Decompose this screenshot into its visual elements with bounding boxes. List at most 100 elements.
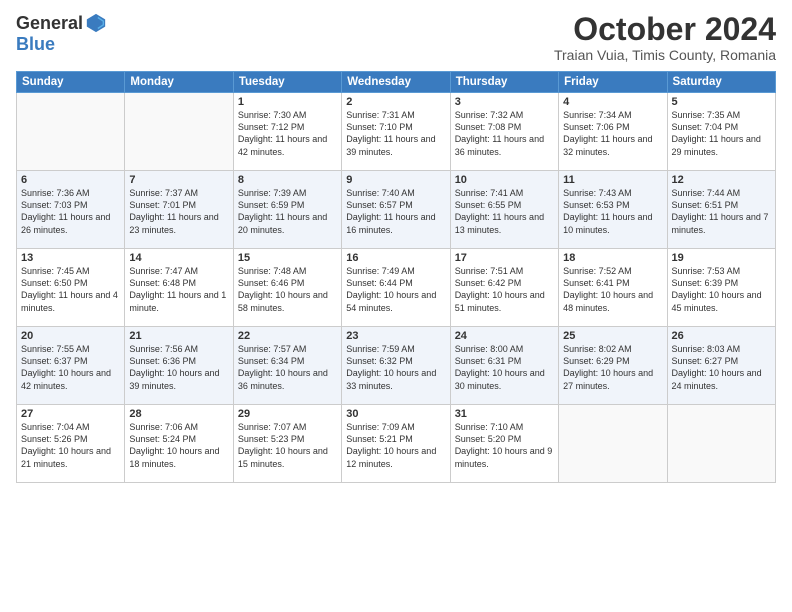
- day-info: Sunrise: 8:03 AM Sunset: 6:27 PM Dayligh…: [672, 343, 771, 392]
- day-number: 10: [455, 174, 554, 186]
- day-number: 14: [129, 252, 228, 264]
- calendar-cell: 17Sunrise: 7:51 AM Sunset: 6:42 PM Dayli…: [450, 249, 558, 327]
- day-info: Sunrise: 7:34 AM Sunset: 7:06 PM Dayligh…: [563, 109, 662, 158]
- day-number: 15: [238, 252, 337, 264]
- day-info: Sunrise: 7:40 AM Sunset: 6:57 PM Dayligh…: [346, 187, 445, 236]
- day-number: 17: [455, 252, 554, 264]
- week-row-1: 1Sunrise: 7:30 AM Sunset: 7:12 PM Daylig…: [17, 93, 776, 171]
- day-info: Sunrise: 7:44 AM Sunset: 6:51 PM Dayligh…: [672, 187, 771, 236]
- day-info: Sunrise: 7:55 AM Sunset: 6:37 PM Dayligh…: [21, 343, 120, 392]
- day-number: 3: [455, 96, 554, 108]
- day-info: Sunrise: 7:39 AM Sunset: 6:59 PM Dayligh…: [238, 187, 337, 236]
- day-number: 26: [672, 330, 771, 342]
- week-row-2: 6Sunrise: 7:36 AM Sunset: 7:03 PM Daylig…: [17, 171, 776, 249]
- calendar-cell: 22Sunrise: 7:57 AM Sunset: 6:34 PM Dayli…: [233, 327, 341, 405]
- title-section: October 2024 Traian Vuia, Timis County, …: [554, 12, 776, 63]
- calendar-cell: 16Sunrise: 7:49 AM Sunset: 6:44 PM Dayli…: [342, 249, 450, 327]
- day-number: 21: [129, 330, 228, 342]
- weekday-header-sunday: Sunday: [17, 72, 125, 93]
- day-info: Sunrise: 7:04 AM Sunset: 5:26 PM Dayligh…: [21, 421, 120, 470]
- day-info: Sunrise: 7:30 AM Sunset: 7:12 PM Dayligh…: [238, 109, 337, 158]
- calendar-cell: 9Sunrise: 7:40 AM Sunset: 6:57 PM Daylig…: [342, 171, 450, 249]
- day-info: Sunrise: 7:06 AM Sunset: 5:24 PM Dayligh…: [129, 421, 228, 470]
- day-number: 23: [346, 330, 445, 342]
- day-info: Sunrise: 7:57 AM Sunset: 6:34 PM Dayligh…: [238, 343, 337, 392]
- calendar-cell: 18Sunrise: 7:52 AM Sunset: 6:41 PM Dayli…: [559, 249, 667, 327]
- logo-blue-text: Blue: [16, 34, 55, 55]
- calendar-cell: 31Sunrise: 7:10 AM Sunset: 5:20 PM Dayli…: [450, 405, 558, 483]
- day-info: Sunrise: 7:53 AM Sunset: 6:39 PM Dayligh…: [672, 265, 771, 314]
- day-number: 7: [129, 174, 228, 186]
- day-info: Sunrise: 8:00 AM Sunset: 6:31 PM Dayligh…: [455, 343, 554, 392]
- day-info: Sunrise: 7:48 AM Sunset: 6:46 PM Dayligh…: [238, 265, 337, 314]
- day-number: 20: [21, 330, 120, 342]
- weekday-header-saturday: Saturday: [667, 72, 775, 93]
- calendar-cell: 29Sunrise: 7:07 AM Sunset: 5:23 PM Dayli…: [233, 405, 341, 483]
- calendar-cell: [17, 93, 125, 171]
- day-info: Sunrise: 7:52 AM Sunset: 6:41 PM Dayligh…: [563, 265, 662, 314]
- calendar-cell: 7Sunrise: 7:37 AM Sunset: 7:01 PM Daylig…: [125, 171, 233, 249]
- day-number: 1: [238, 96, 337, 108]
- day-info: Sunrise: 7:10 AM Sunset: 5:20 PM Dayligh…: [455, 421, 554, 470]
- day-info: Sunrise: 7:07 AM Sunset: 5:23 PM Dayligh…: [238, 421, 337, 470]
- logo-icon: [85, 12, 107, 34]
- day-info: Sunrise: 7:47 AM Sunset: 6:48 PM Dayligh…: [129, 265, 228, 314]
- day-number: 9: [346, 174, 445, 186]
- day-number: 25: [563, 330, 662, 342]
- day-number: 31: [455, 408, 554, 420]
- calendar-cell: 25Sunrise: 8:02 AM Sunset: 6:29 PM Dayli…: [559, 327, 667, 405]
- week-row-3: 13Sunrise: 7:45 AM Sunset: 6:50 PM Dayli…: [17, 249, 776, 327]
- day-number: 13: [21, 252, 120, 264]
- calendar-cell: 1Sunrise: 7:30 AM Sunset: 7:12 PM Daylig…: [233, 93, 341, 171]
- calendar-cell: [667, 405, 775, 483]
- day-number: 19: [672, 252, 771, 264]
- calendar-cell: 21Sunrise: 7:56 AM Sunset: 6:36 PM Dayli…: [125, 327, 233, 405]
- calendar-cell: 5Sunrise: 7:35 AM Sunset: 7:04 PM Daylig…: [667, 93, 775, 171]
- calendar-cell: 27Sunrise: 7:04 AM Sunset: 5:26 PM Dayli…: [17, 405, 125, 483]
- weekday-header-thursday: Thursday: [450, 72, 558, 93]
- calendar-cell: 15Sunrise: 7:48 AM Sunset: 6:46 PM Dayli…: [233, 249, 341, 327]
- calendar-cell: [559, 405, 667, 483]
- day-number: 2: [346, 96, 445, 108]
- calendar-cell: 8Sunrise: 7:39 AM Sunset: 6:59 PM Daylig…: [233, 171, 341, 249]
- weekday-header-row: SundayMondayTuesdayWednesdayThursdayFrid…: [17, 72, 776, 93]
- calendar-cell: 10Sunrise: 7:41 AM Sunset: 6:55 PM Dayli…: [450, 171, 558, 249]
- day-number: 30: [346, 408, 445, 420]
- weekday-header-wednesday: Wednesday: [342, 72, 450, 93]
- calendar-cell: 14Sunrise: 7:47 AM Sunset: 6:48 PM Dayli…: [125, 249, 233, 327]
- day-info: Sunrise: 7:32 AM Sunset: 7:08 PM Dayligh…: [455, 109, 554, 158]
- day-info: Sunrise: 7:41 AM Sunset: 6:55 PM Dayligh…: [455, 187, 554, 236]
- day-number: 24: [455, 330, 554, 342]
- calendar-cell: 11Sunrise: 7:43 AM Sunset: 6:53 PM Dayli…: [559, 171, 667, 249]
- day-number: 12: [672, 174, 771, 186]
- calendar-cell: 19Sunrise: 7:53 AM Sunset: 6:39 PM Dayli…: [667, 249, 775, 327]
- calendar-cell: 24Sunrise: 8:00 AM Sunset: 6:31 PM Dayli…: [450, 327, 558, 405]
- location-subtitle: Traian Vuia, Timis County, Romania: [554, 47, 776, 63]
- day-number: 8: [238, 174, 337, 186]
- day-info: Sunrise: 8:02 AM Sunset: 6:29 PM Dayligh…: [563, 343, 662, 392]
- calendar-cell: [125, 93, 233, 171]
- calendar-cell: 23Sunrise: 7:59 AM Sunset: 6:32 PM Dayli…: [342, 327, 450, 405]
- logo-general-text: General: [16, 13, 83, 34]
- day-number: 27: [21, 408, 120, 420]
- week-row-4: 20Sunrise: 7:55 AM Sunset: 6:37 PM Dayli…: [17, 327, 776, 405]
- calendar-cell: 2Sunrise: 7:31 AM Sunset: 7:10 PM Daylig…: [342, 93, 450, 171]
- page: General Blue October 2024 Traian Vuia, T…: [0, 0, 792, 612]
- day-number: 5: [672, 96, 771, 108]
- day-number: 4: [563, 96, 662, 108]
- logo: General Blue: [16, 12, 107, 55]
- calendar-table: SundayMondayTuesdayWednesdayThursdayFrid…: [16, 71, 776, 483]
- calendar-cell: 12Sunrise: 7:44 AM Sunset: 6:51 PM Dayli…: [667, 171, 775, 249]
- day-number: 29: [238, 408, 337, 420]
- day-info: Sunrise: 7:37 AM Sunset: 7:01 PM Dayligh…: [129, 187, 228, 236]
- calendar-cell: 4Sunrise: 7:34 AM Sunset: 7:06 PM Daylig…: [559, 93, 667, 171]
- weekday-header-monday: Monday: [125, 72, 233, 93]
- day-info: Sunrise: 7:45 AM Sunset: 6:50 PM Dayligh…: [21, 265, 120, 314]
- weekday-header-friday: Friday: [559, 72, 667, 93]
- day-info: Sunrise: 7:56 AM Sunset: 6:36 PM Dayligh…: [129, 343, 228, 392]
- weekday-header-tuesday: Tuesday: [233, 72, 341, 93]
- day-info: Sunrise: 7:49 AM Sunset: 6:44 PM Dayligh…: [346, 265, 445, 314]
- month-title: October 2024: [554, 12, 776, 47]
- calendar-cell: 20Sunrise: 7:55 AM Sunset: 6:37 PM Dayli…: [17, 327, 125, 405]
- day-info: Sunrise: 7:31 AM Sunset: 7:10 PM Dayligh…: [346, 109, 445, 158]
